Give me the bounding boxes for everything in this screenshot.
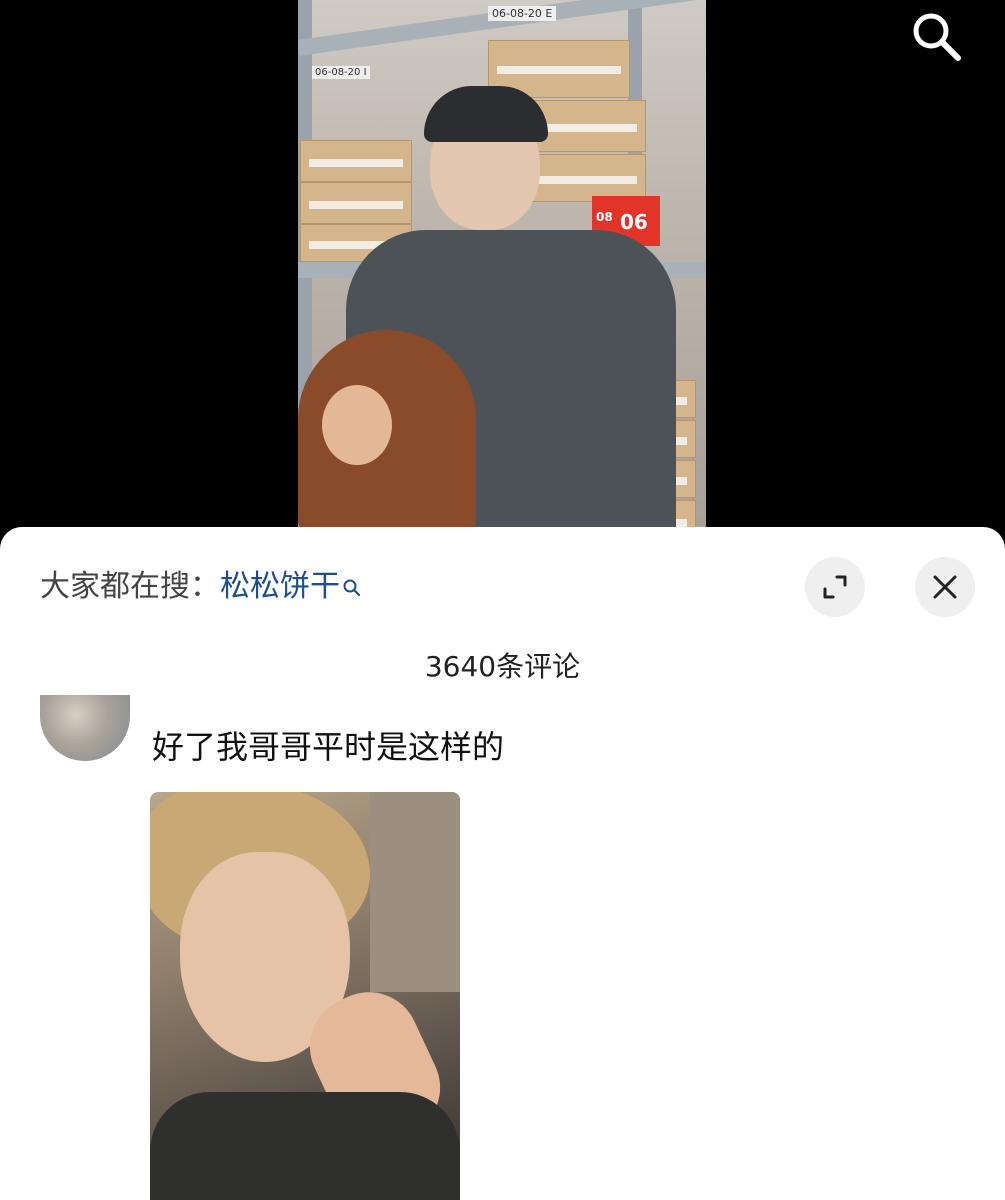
avatar[interactable] [40,695,130,761]
expand-icon [823,575,847,599]
box [300,182,412,224]
search-icon [913,13,961,61]
close-button[interactable] [915,557,975,617]
shirt [150,1092,460,1200]
search-button[interactable] [906,6,966,66]
plush-monkey-face [322,385,392,465]
comment-image[interactable] [150,792,460,1200]
magnifier-small-icon [342,569,362,609]
trending-term-link[interactable]: 松松饼干 [220,569,340,604]
pillow [370,792,460,992]
box [300,140,412,182]
close-icon [933,575,957,599]
comment-text: 好了我哥哥平时是这样的 [152,728,505,766]
shelf-label: 06-08-20 E [488,6,557,21]
shelf-label: 06-08-20 I [312,66,370,79]
trending-prefix: 大家都在搜： [40,569,220,604]
trending-search[interactable]: 大家都在搜：松松饼干 [40,567,362,609]
comment-count: 3640条评论 [424,650,581,683]
box [524,154,646,202]
comment-sheet: 大家都在搜：松松饼干 3640条评论 好了我哥哥平时是这样的 [0,527,1005,1200]
expand-button[interactable] [805,557,865,617]
video-player[interactable]: 06-08-20 E 06-08-20 I 08 06 [0,0,1005,550]
